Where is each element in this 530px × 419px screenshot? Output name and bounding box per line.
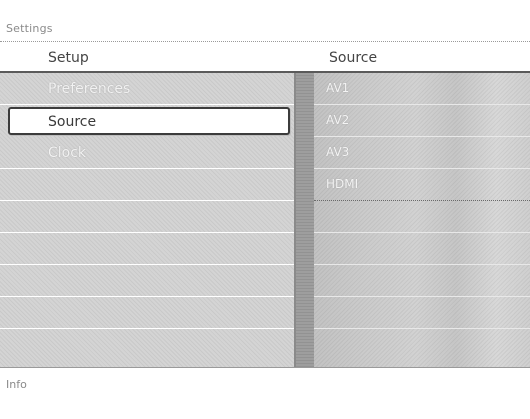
- menu-item-empty: [0, 201, 294, 233]
- menu-item-empty: [0, 265, 294, 297]
- list-edge-strip: [296, 73, 314, 367]
- menu-item-clock[interactable]: Clock: [0, 137, 294, 169]
- source-item-av1[interactable]: AV1: [314, 73, 530, 105]
- window-title: Settings: [6, 22, 53, 35]
- setup-header: Setup: [48, 50, 89, 66]
- source-item-av3[interactable]: AV3: [314, 137, 530, 169]
- menu-item-empty: [0, 329, 294, 367]
- source-list: AV1 AV2 AV3 HDMI: [296, 73, 530, 367]
- source-item-empty: [314, 233, 530, 265]
- menu-item-empty: [0, 169, 294, 201]
- title-bar: Settings: [0, 0, 530, 42]
- source-item-label: AV1: [326, 81, 350, 95]
- menu-item-label: Clock: [48, 145, 87, 161]
- menu-item-label: Source: [48, 114, 97, 130]
- setup-menu: Preferences Source Clock: [0, 73, 296, 367]
- source-item-av2[interactable]: AV2: [314, 105, 530, 137]
- source-item-empty: [314, 297, 530, 329]
- source-item-label: HDMI: [326, 177, 359, 191]
- source-item-empty: [314, 265, 530, 297]
- info-label: Info: [6, 378, 27, 391]
- source-item-label: AV2: [326, 113, 350, 127]
- source-item-hdmi[interactable]: HDMI: [314, 169, 530, 201]
- settings-screen: Settings Setup Source Preferences Source…: [0, 0, 530, 419]
- source-item-label: AV3: [326, 145, 350, 159]
- source-header: Source: [329, 50, 378, 66]
- menu-item-label: Preferences: [48, 81, 131, 97]
- source-item-empty: [314, 201, 530, 233]
- source-item-empty: [314, 329, 530, 367]
- menu-item-empty: [0, 297, 294, 329]
- menu-item-preferences[interactable]: Preferences: [0, 73, 294, 105]
- menu-item-source[interactable]: Source: [8, 107, 290, 135]
- menu-item-empty: [0, 233, 294, 265]
- info-bar: Info: [0, 367, 530, 419]
- column-headers: Setup Source: [0, 48, 530, 70]
